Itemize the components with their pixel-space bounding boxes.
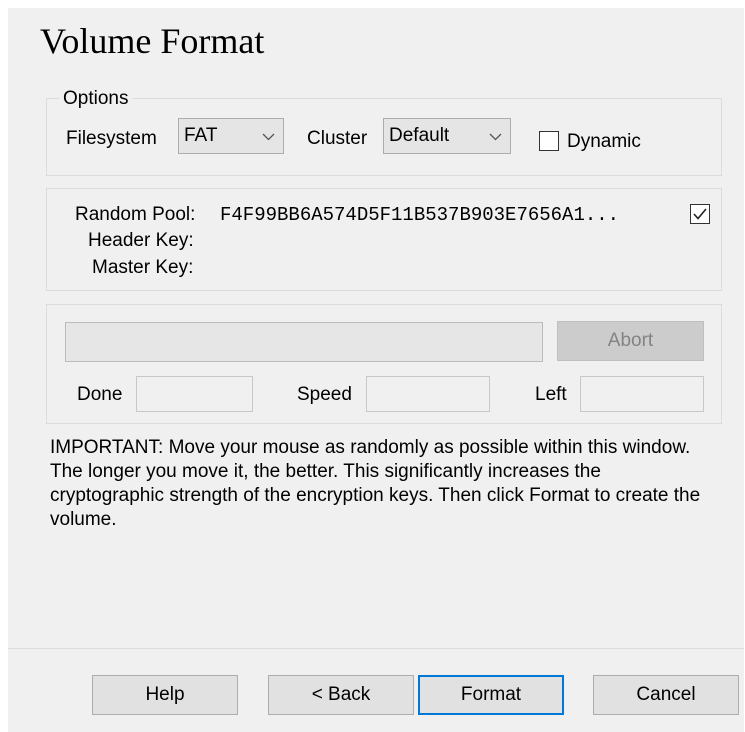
done-field [136, 376, 253, 412]
speed-label: Speed [297, 384, 352, 405]
format-button[interactable]: Format [418, 675, 564, 715]
back-button[interactable]: < Back [268, 675, 414, 715]
options-legend: Options [59, 88, 133, 110]
important-instructions: IMPORTANT: Move your mouse as randomly a… [50, 437, 701, 530]
header-key-label: Header Key: [88, 230, 194, 251]
dynamic-label: Dynamic [567, 131, 641, 152]
help-button[interactable]: Help [92, 675, 238, 715]
speed-field [366, 376, 490, 412]
cluster-select[interactable]: Default [383, 118, 511, 154]
cancel-button[interactable]: Cancel [593, 675, 739, 715]
cluster-label: Cluster [307, 128, 368, 149]
footer-separator [8, 648, 744, 649]
volume-format-window: Volume Format Options Filesystem FAT Clu… [8, 8, 744, 732]
done-label: Done [77, 384, 123, 405]
display-pool-checkbox[interactable] [690, 204, 710, 224]
dynamic-checkbox[interactable] [539, 131, 559, 151]
checkmark-icon [693, 208, 707, 220]
random-pool-label: Random Pool: [75, 204, 196, 225]
chevron-down-icon [489, 133, 502, 141]
master-key-label: Master Key: [92, 257, 194, 278]
progress-bar [65, 322, 543, 362]
abort-button[interactable]: Abort [557, 321, 704, 361]
filesystem-value: FAT [184, 125, 218, 146]
filesystem-select[interactable]: FAT [178, 118, 284, 154]
left-field [580, 376, 704, 412]
page-title: Volume Format [40, 21, 265, 61]
chevron-down-icon [262, 133, 275, 141]
left-label: Left [535, 384, 567, 405]
cluster-value: Default [389, 125, 450, 146]
filesystem-label: Filesystem [66, 128, 157, 149]
random-pool-value: F4F99BB6A574D5F11B537B903E7656A1... [220, 204, 620, 226]
